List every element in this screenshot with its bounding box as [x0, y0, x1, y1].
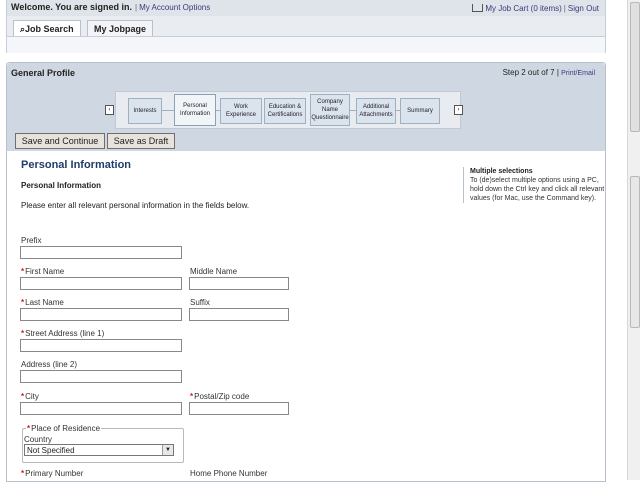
- chevron-down-icon[interactable]: ▼: [162, 445, 173, 455]
- country-select[interactable]: Not Specified ▼: [24, 444, 174, 456]
- wizard-step-label: Company Name Questionnaire: [311, 99, 349, 121]
- step-indicator: Step 2 out of 7 | Print/Email: [503, 68, 595, 77]
- sign-out-link[interactable]: Sign Out: [568, 4, 599, 13]
- required-mark: *: [21, 469, 25, 478]
- tab-my-jobpage-label: My Jobpage: [94, 24, 147, 34]
- required-mark: *: [21, 392, 25, 401]
- job-cart-link[interactable]: My Job Cart (0 items): [485, 4, 561, 13]
- city-label: *City: [21, 392, 39, 401]
- wizard-step-label: Work Experience: [225, 104, 257, 118]
- prefix-label: Prefix: [21, 236, 42, 245]
- suffix-label: Suffix: [190, 298, 210, 307]
- last-name-input[interactable]: [20, 308, 182, 321]
- middle-name-label: Middle Name: [190, 267, 238, 276]
- arrow-left-icon: ‹: [108, 107, 111, 113]
- page-scrollbar[interactable]: [627, 0, 640, 480]
- welcome-text: Welcome. You are signed in.: [11, 2, 133, 12]
- separator: |: [556, 68, 559, 77]
- wizard-steps: Interests Personal Information Work Expe…: [115, 91, 461, 129]
- street-address-1-label: *Street Address (line 1): [21, 329, 104, 338]
- wizard-step-work-experience[interactable]: Work Experience: [220, 98, 262, 124]
- account-options-link[interactable]: | My Account Options: [133, 3, 210, 12]
- wizard-step-summary[interactable]: Summary: [400, 98, 440, 124]
- address-2-input[interactable]: [20, 370, 182, 383]
- section-description: Please enter all relevant personal infor…: [21, 201, 250, 210]
- wizard-step-attachments[interactable]: Additional Attachments: [356, 98, 396, 124]
- help-text: To (de)select multiple options using a P…: [470, 177, 605, 202]
- separator: |: [135, 3, 138, 12]
- required-mark: *: [190, 392, 194, 401]
- general-profile-panel: General Profile Step 2 out of 7 | Print/…: [6, 62, 606, 482]
- required-mark: *: [21, 298, 25, 307]
- save-as-draft-button[interactable]: Save as Draft: [107, 133, 175, 149]
- help-box: Multiple selections To (de)select multip…: [463, 167, 606, 203]
- tab-job-search-label: Job Search: [25, 24, 74, 34]
- wizard-step-label: Interests: [133, 108, 157, 114]
- place-of-residence-legend: *Place of Residence: [26, 424, 102, 433]
- wizard-prev-button[interactable]: ‹: [105, 105, 114, 115]
- suffix-input[interactable]: [189, 308, 289, 321]
- wizard-next-button[interactable]: ›: [454, 105, 463, 115]
- subnav-strip: [7, 36, 605, 53]
- primary-number-label-text: Primary Number: [25, 469, 84, 478]
- scrollbar-grip[interactable]: [630, 176, 640, 328]
- step-connector: [160, 110, 174, 111]
- wizard-step-questionnaire[interactable]: Company Name Questionnaire: [310, 94, 350, 126]
- wizard-step-education[interactable]: Education & Certifications: [264, 98, 306, 124]
- help-title: Multiple selections: [470, 168, 533, 175]
- primary-number-label: *Primary Number: [21, 469, 83, 478]
- cart-icon[interactable]: [472, 4, 484, 12]
- first-name-input[interactable]: [20, 277, 182, 290]
- section-title: Personal Information: [21, 159, 132, 171]
- required-mark: *: [27, 424, 31, 433]
- site-header: Welcome. You are signed in. | My Account …: [6, 0, 606, 53]
- print-email-link[interactable]: Print/Email: [561, 70, 595, 77]
- section-subtitle: Personal Information: [21, 181, 102, 190]
- panel-title: General Profile: [11, 68, 76, 78]
- wizard-step-label: Personal Information: [179, 103, 210, 117]
- wizard-step-label: Additional Attachments: [359, 104, 393, 118]
- first-name-label: *First Name: [21, 267, 64, 276]
- save-and-continue-button[interactable]: Save and Continue: [15, 133, 105, 149]
- first-name-label-text: First Name: [25, 267, 65, 276]
- step-count: Step 2 out of 7: [502, 68, 555, 77]
- required-mark: *: [21, 267, 25, 276]
- country-label: Country: [24, 435, 53, 444]
- street-address-1-label-text: Street Address (line 1): [25, 329, 105, 338]
- postal-code-label: *Postal/Zip code: [190, 392, 249, 401]
- wizard-step-interests[interactable]: Interests: [128, 98, 162, 124]
- account-options-label[interactable]: My Account Options: [139, 3, 210, 12]
- separator: |: [563, 4, 566, 13]
- required-mark: *: [21, 329, 25, 338]
- wizard-step-label: Education & Certifications: [267, 104, 303, 118]
- wizard-step-personal-information[interactable]: Personal Information: [174, 94, 216, 126]
- middle-name-input[interactable]: [189, 277, 289, 290]
- postal-code-input[interactable]: [189, 402, 289, 415]
- city-input[interactable]: [20, 402, 182, 415]
- country-select-value: Not Specified: [27, 446, 75, 455]
- scrollbar-thumb[interactable]: [630, 2, 640, 132]
- postal-code-label-text: Postal/Zip code: [194, 392, 250, 401]
- home-phone-label: Home Phone Number: [190, 469, 268, 478]
- place-of-residence-label: Place of Residence: [31, 424, 101, 433]
- last-name-label-text: Last Name: [25, 298, 64, 307]
- address-2-label: Address (line 2): [21, 360, 78, 369]
- last-name-label: *Last Name: [21, 298, 64, 307]
- arrow-right-icon: ›: [457, 107, 460, 113]
- page: Welcome. You are signed in. | My Account …: [0, 0, 628, 482]
- wizard-step-label: Summary: [407, 108, 433, 114]
- header-right-links: My Job Cart (0 items) | Sign Out: [472, 3, 599, 13]
- city-label-text: City: [25, 392, 39, 401]
- street-address-1-input[interactable]: [20, 339, 182, 352]
- tab-job-search[interactable]: ⌕Job Search: [13, 20, 81, 37]
- tab-my-jobpage[interactable]: My Jobpage: [87, 20, 154, 37]
- prefix-input[interactable]: [20, 246, 182, 259]
